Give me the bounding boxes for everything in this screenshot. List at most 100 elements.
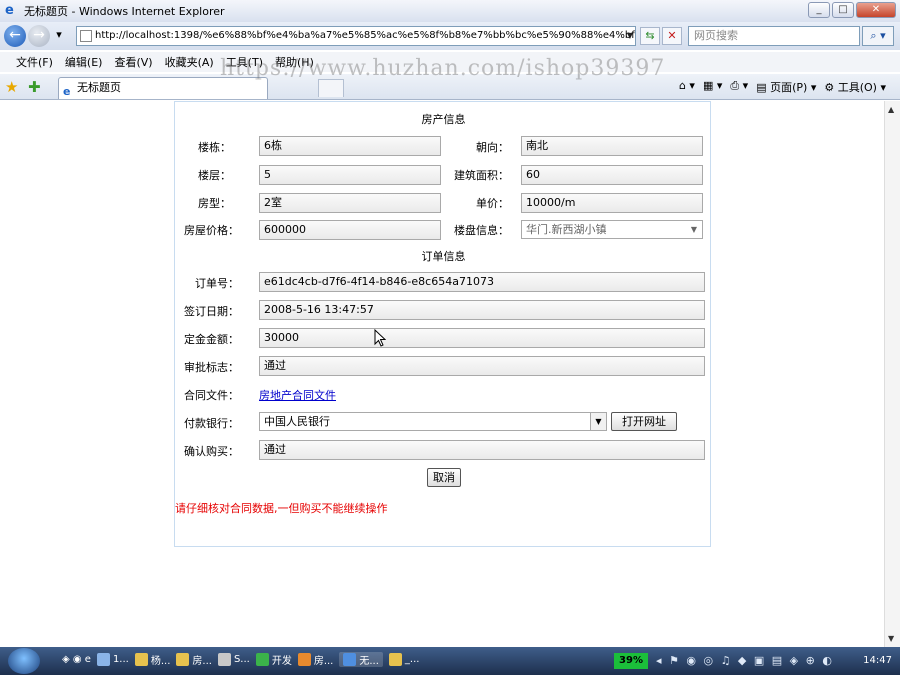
menu-edit[interactable]: 编辑(E)	[65, 54, 103, 70]
order-id-field[interactable]: e61dc4cb-d7f6-4f14-b846-e8c654a71073	[259, 272, 705, 292]
window-title: 无标题页 - Windows Internet Explorer	[24, 5, 225, 18]
taskbar-item-5[interactable]: 开发	[255, 652, 292, 667]
menu-favorites[interactable]: 收藏夹(A)	[165, 54, 214, 70]
estate-select-value: 华门.新西湖小镇	[526, 223, 607, 236]
maximize-button[interactable]: □	[832, 2, 854, 18]
page-content: 房产信息 楼栋： 6栋 朝向： 南北 楼层： 5 建筑面积： 60 房型： 2室…	[0, 101, 884, 647]
menu-file[interactable]: 文件(F)	[16, 54, 53, 70]
area-label: 建筑面积：	[454, 169, 509, 182]
deposit-label: 定金金额：	[184, 333, 239, 346]
building-label: 楼栋：	[198, 141, 231, 154]
watermark: https://www.huzhan.com/ishop39397	[220, 56, 666, 81]
open-site-button[interactable]: 打开网址	[611, 412, 677, 431]
estate-label: 楼盘信息：	[454, 224, 509, 237]
orientation-label: 朝向：	[476, 141, 509, 154]
ie-logo-icon: e	[5, 3, 14, 18]
floor-label: 楼层：	[198, 169, 231, 182]
price-field[interactable]: 600000	[259, 220, 441, 240]
address-row: ← → ▾ http://localhost:1398/%e6%88%bf%e4…	[0, 22, 900, 50]
command-bar: ⌂ ▾ ▦ ▾ ⎙ ▾ ▤ 页面(P) ▾ ⚙ 工具(O) ▾	[679, 79, 886, 95]
feeds-icon[interactable]: ▦ ▾	[703, 79, 722, 95]
taskbar-item-label: 房...	[192, 656, 212, 667]
new-tab-button[interactable]	[318, 79, 344, 97]
forward-icon[interactable]: →	[28, 25, 50, 47]
area-field[interactable]: 60	[521, 165, 703, 185]
folder-icon	[388, 653, 402, 666]
tools-menu-button[interactable]: ⚙ 工具(O) ▾	[824, 79, 886, 95]
tools-menu-label: 工具(O)	[837, 81, 877, 94]
address-input[interactable]: http://localhost:1398/%e6%88%bf%e4%ba%a7…	[76, 26, 636, 46]
page-icon	[80, 30, 92, 42]
search-input[interactable]: 网页搜索	[688, 26, 860, 46]
sign-date-label: 签订日期：	[184, 305, 239, 318]
floor-field[interactable]: 5	[259, 165, 441, 185]
history-dropdown-icon[interactable]: ▾	[52, 27, 66, 45]
vertical-scrollbar[interactable]: ▲ ▼	[884, 101, 900, 647]
taskbar-item-label: S...	[233, 654, 250, 665]
taskbar-item-label: 无...	[359, 656, 379, 667]
order-id-label: 订单号：	[195, 277, 239, 290]
quicklaunch-icon[interactable]: ◈ ◉ e	[62, 652, 91, 667]
layout-label: 房型：	[198, 197, 231, 210]
tree-icon	[255, 653, 269, 666]
home-icon[interactable]: ⌂ ▾	[679, 79, 695, 95]
taskbar-item-3[interactable]: 房...	[176, 652, 212, 667]
search-icon[interactable]: ⌕ ▾	[862, 26, 894, 46]
bank-select[interactable]: 中国人民银行 ▼	[259, 412, 607, 431]
close-button[interactable]: ✕	[856, 2, 896, 18]
menu-view[interactable]: 查看(V)	[114, 54, 152, 70]
taskbar-item-label: 开发	[271, 656, 292, 667]
approval-field[interactable]: 通过	[259, 356, 705, 376]
bank-select-value: 中国人民银行	[264, 415, 330, 428]
address-url-text: http://localhost:1398/%e6%88%bf%e4%ba%a7…	[95, 30, 636, 41]
taskbar-item-6[interactable]: 房...	[297, 652, 334, 667]
stop-icon[interactable]: ✕	[662, 27, 682, 45]
tray-icons[interactable]: ◂ ⚑ ◉ ◎ ♫ ◆ ▣ ▤ ◈ ⊕ ◐	[656, 654, 834, 667]
building-field[interactable]: 6栋	[259, 136, 441, 156]
taskbar-item-2[interactable]: 杨...	[134, 652, 171, 667]
minimize-button[interactable]: _	[808, 2, 830, 18]
tab-page-icon: e	[63, 85, 71, 98]
back-icon[interactable]: ←	[4, 25, 26, 47]
taskbar-item-1[interactable]: 1...	[96, 652, 129, 667]
taskbar-item-label: 杨...	[150, 656, 171, 667]
sign-date-field[interactable]: 2008-5-16 13:47:57	[259, 300, 705, 320]
system-tray: 39% ◂ ⚑ ◉ ◎ ♫ ◆ ▣ ▤ ◈ ⊕ ◐ 14:47	[612, 651, 900, 671]
taskbar-item-7[interactable]: 无...	[339, 652, 383, 667]
cancel-button[interactable]: 取消	[427, 468, 461, 487]
taskbar-item-8[interactable]: _...	[388, 652, 420, 667]
refresh-icon[interactable]: ⇆	[640, 27, 660, 45]
deposit-field[interactable]: 30000	[259, 328, 705, 348]
property-section-title: 房产信息	[421, 113, 466, 126]
app-icon	[96, 653, 110, 666]
price-label: 房屋价格：	[184, 224, 239, 237]
taskbar-item-label: _...	[404, 654, 420, 665]
ie-icon	[343, 653, 357, 666]
taskbar-item-4[interactable]: S...	[217, 652, 250, 667]
confirm-field[interactable]: 通过	[259, 440, 705, 460]
print-icon[interactable]: ⎙ ▾	[730, 79, 748, 95]
taskbar-item-label: 1...	[112, 654, 129, 665]
estate-select[interactable]: 华门.新西湖小镇 ▼	[521, 220, 703, 239]
bank-label: 付款银行：	[184, 417, 239, 430]
unit-price-field[interactable]: 10000/m	[521, 193, 703, 213]
add-favorites-icon[interactable]: ✚	[28, 78, 41, 96]
page-menu-button[interactable]: ▤ 页面(P) ▾	[756, 79, 816, 95]
confirm-label: 确认购买：	[184, 445, 239, 458]
scroll-down-icon[interactable]: ▼	[888, 634, 894, 643]
contract-file-link[interactable]: 房地产合同文件	[259, 387, 336, 403]
order-section-title: 订单信息	[421, 250, 466, 263]
start-button[interactable]	[8, 648, 40, 674]
tab-title: 无标题页	[77, 81, 121, 94]
cpu-meter: 39%	[614, 653, 648, 669]
approval-label: 审批标志：	[184, 361, 239, 374]
address-dropdown-icon[interactable]: ▼	[627, 27, 633, 45]
warning-text: 请仔细核对合同数据,一但购买不能继续操作	[175, 502, 388, 515]
mouse-cursor-icon	[374, 329, 386, 347]
taskbar-items: ◈ ◉ e 1... 杨... 房... S... 开发 房... 无... _…	[62, 652, 419, 667]
taskbar-item-label: 房...	[313, 656, 334, 667]
orientation-field[interactable]: 南北	[521, 136, 703, 156]
layout-field[interactable]: 2室	[259, 193, 441, 213]
favorites-star-icon[interactable]: ★	[5, 78, 18, 96]
scroll-up-icon[interactable]: ▲	[888, 105, 894, 114]
